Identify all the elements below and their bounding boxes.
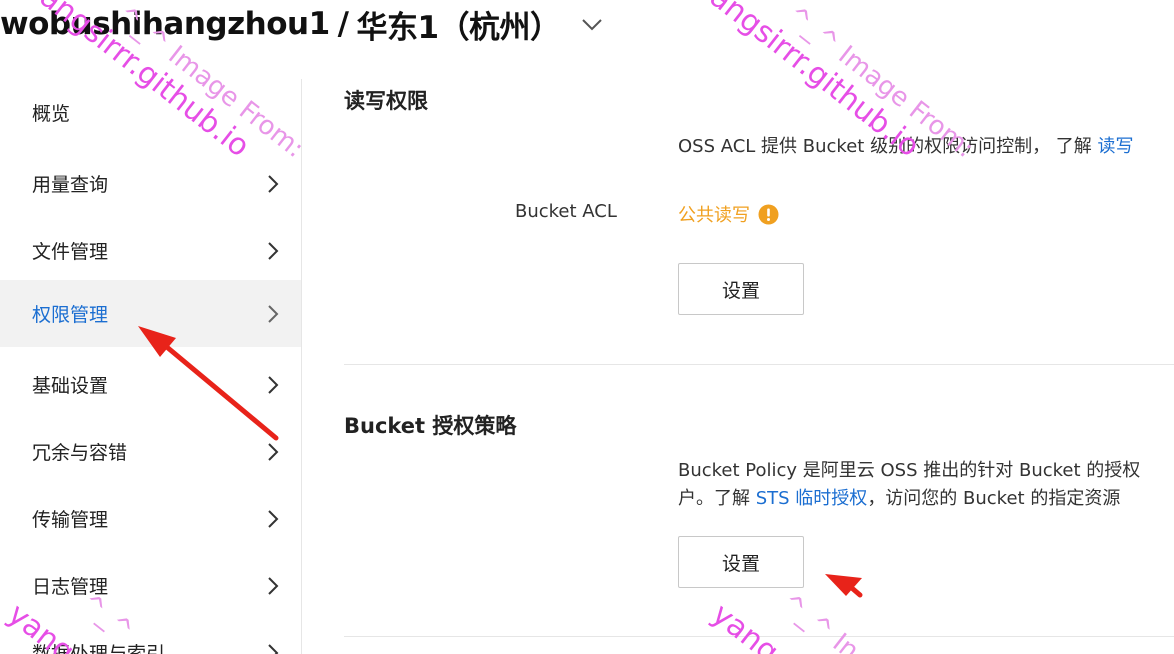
sts-temp-auth-link[interactable]: STS 临时授权 <box>756 488 868 509</box>
policy-description-text: 户。了解 <box>678 488 756 509</box>
chevron-right-icon <box>264 240 282 262</box>
bucket-acl-value: 公共读写 <box>678 201 779 227</box>
acl-section-title: 读写权限 <box>344 89 428 113</box>
chevron-right-icon <box>264 642 282 654</box>
sidebar-item-label: 日志管理 <box>32 576 109 598</box>
sidebar-item-redundancy[interactable]: 冗余与容错 <box>0 418 301 485</box>
bucket-acl-label: Bucket ACL <box>515 201 617 222</box>
sidebar-item-label: 冗余与容错 <box>32 442 128 464</box>
header-separator: / <box>337 6 349 42</box>
acl-doc-link[interactable]: 读写 <box>1098 136 1134 157</box>
acl-description-text: OSS ACL 提供 Bucket 级别的权限访问控制， 了解 <box>678 136 1098 157</box>
sidebar-nav: 概览 用量查询 文件管理 权限管理 基础设置 冗余与容错 传输管理 日志管理 数… <box>0 79 302 654</box>
sidebar-item-overview[interactable]: 概览 <box>0 79 301 146</box>
sidebar-item-usage-query[interactable]: 用量查询 <box>0 150 301 217</box>
bucket-name: wobushihangzhou1 <box>0 6 330 42</box>
chevron-right-icon <box>264 303 282 325</box>
oss-console-page: wobushihangzhou1 / 华东1（杭州） 概览 用量查询 文件管理 … <box>0 0 1174 654</box>
chevron-right-icon <box>264 173 282 195</box>
sidebar-item-label: 权限管理 <box>32 304 109 326</box>
sidebar-item-data-processing[interactable]: 数据处理与索引 <box>0 619 301 654</box>
acl-settings-button[interactable]: 设置 <box>678 263 804 315</box>
sidebar-item-label: 基础设置 <box>32 375 109 397</box>
bucket-region-header[interactable]: wobushihangzhou1 / 华东1（杭州） <box>0 0 605 48</box>
sidebar-item-log-management[interactable]: 日志管理 <box>0 552 301 619</box>
bucket-acl-value-text: 公共读写 <box>678 205 750 226</box>
policy-settings-button[interactable]: 设置 <box>678 536 804 588</box>
sidebar-item-label: 概览 <box>32 103 71 125</box>
sidebar-item-label: 传输管理 <box>32 509 109 531</box>
main-content: 读写权限 OSS ACL 提供 Bucket 级别的权限访问控制， 了解 读写 … <box>344 79 1174 654</box>
acl-description: OSS ACL 提供 Bucket 级别的权限访问控制， 了解 读写 <box>678 132 1134 158</box>
policy-description-line1: Bucket Policy 是阿里云 OSS 推出的针对 Bucket 的授权 <box>678 460 1141 481</box>
chevron-down-icon[interactable] <box>579 11 605 37</box>
policy-description-line2: 户。了解 STS 临时授权，访问您的 Bucket 的指定资源 <box>678 484 1120 510</box>
sidebar-item-transfer-management[interactable]: 传输管理 <box>0 485 301 552</box>
chevron-right-icon <box>264 575 282 597</box>
sidebar-item-permission-management[interactable]: 权限管理 <box>0 280 301 347</box>
chevron-right-icon <box>264 441 282 463</box>
sidebar-item-basic-settings[interactable]: 基础设置 <box>0 351 301 418</box>
policy-section-title: Bucket 授权策略 <box>344 414 517 438</box>
region-name: 华东1（杭州） <box>356 9 561 46</box>
sidebar-item-file-management[interactable]: 文件管理 <box>0 217 301 284</box>
chevron-right-icon <box>264 508 282 530</box>
section-divider <box>344 636 1174 637</box>
policy-description-text: ，访问您的 Bucket 的指定资源 <box>867 488 1121 509</box>
sidebar-item-label: 数据处理与索引 <box>32 643 166 654</box>
sidebar-item-label: 文件管理 <box>32 241 109 263</box>
section-divider <box>344 364 1174 365</box>
exclamation-circle-icon[interactable] <box>758 204 779 225</box>
sidebar-item-label: 用量查询 <box>32 174 109 196</box>
chevron-right-icon <box>264 374 282 396</box>
